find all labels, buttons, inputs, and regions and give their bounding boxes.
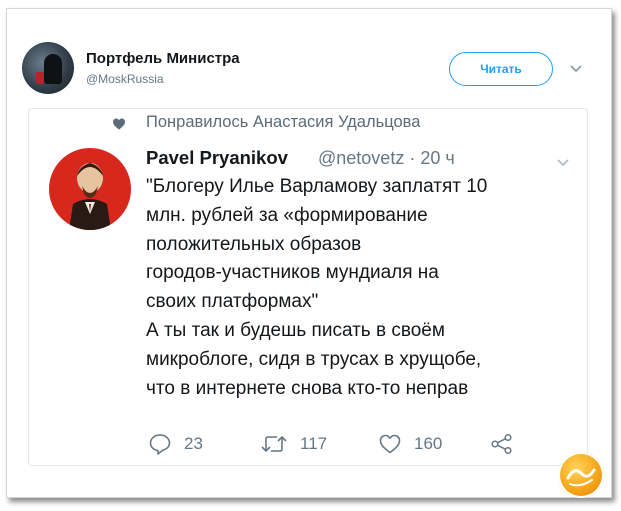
retweet-button[interactable]: 117 — [260, 432, 327, 456]
liked-by-label: Понравилось Анастасия Удальцова — [146, 113, 421, 131]
like-count: 160 — [414, 434, 443, 453]
reply-button[interactable]: 23 — [148, 432, 203, 456]
heart-icon — [379, 434, 401, 454]
follow-button[interactable]: Читать — [449, 52, 553, 86]
author-avatar[interactable] — [49, 148, 131, 230]
avatar-accent — [36, 72, 44, 84]
portrait-silhouette-icon — [69, 163, 111, 230]
watermark-swirl-icon — [566, 468, 596, 487]
tweet-text-line: что в интернете снова кто-то неправ — [146, 377, 469, 399]
share-icon — [491, 433, 512, 455]
chevron-down-icon[interactable] — [568, 62, 584, 76]
tweet-author-name[interactable]: Pavel Pryanikov — [146, 147, 288, 169]
retweet-icon — [261, 435, 287, 453]
tweet-text: "Блогеру Илье Варламову заплатят 10 млн.… — [146, 173, 566, 403]
account-avatar[interactable] — [22, 42, 74, 94]
reply-icon — [149, 434, 171, 455]
tweet-text-line: А ты так и будешь писать в своём — [146, 319, 445, 341]
tweet-text-line: городов-участников мундиаля на — [146, 262, 439, 284]
chevron-down-icon[interactable] — [556, 157, 570, 169]
account-name[interactable]: Портфель Министра — [86, 50, 240, 67]
site-logo-watermark — [558, 452, 604, 498]
avatar-figure — [44, 54, 62, 84]
account-handle[interactable]: @MoskRussia — [86, 72, 164, 86]
tweet-text-line: своих платформах" — [146, 291, 319, 313]
tweet-text-line: млн. рублей за «формирование — [146, 204, 428, 226]
share-button[interactable] — [490, 432, 514, 456]
reply-count: 23 — [184, 434, 203, 453]
tweet-text-line: микроблоге, сидя в трусах в хрущобе, — [146, 348, 482, 370]
tweet-handle-time[interactable]: @netovetz · 20 ч — [318, 148, 455, 169]
tweet-text-line: "Блогеру Илье Варламову заплатят 10 — [146, 176, 488, 197]
tweet-text-line: положительных образов — [146, 233, 362, 255]
retweet-count: 117 — [300, 434, 328, 453]
heart-filled-icon — [113, 118, 125, 130]
like-button[interactable]: 160 — [378, 432, 442, 456]
